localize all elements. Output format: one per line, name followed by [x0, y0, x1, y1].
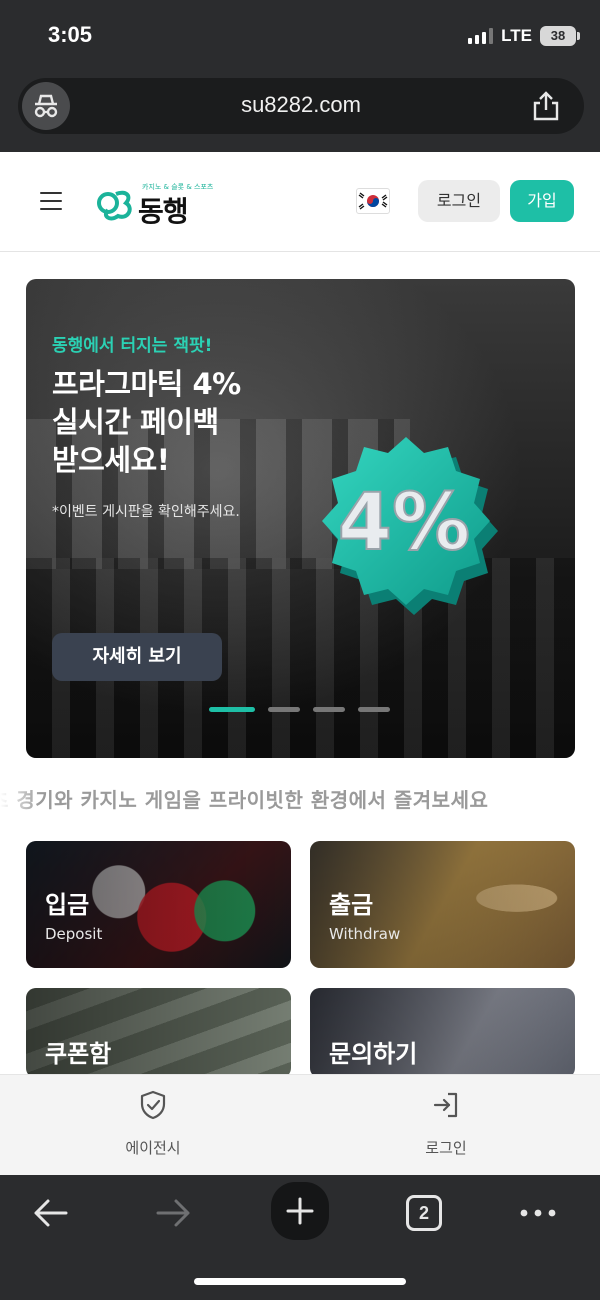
deposit-tile[interactable]: 입금 Deposit: [26, 841, 291, 968]
tile-subtitle: Deposit: [45, 925, 103, 943]
carousel-dots[interactable]: [209, 707, 390, 712]
site-bottom-nav: 에이전시 로그인: [0, 1074, 600, 1175]
logo-mark-icon: [97, 190, 132, 221]
hero-banner[interactable]: 동행에서 터지는 잭팟! 프라그마틱 4% 실시간 페이백 받으세요! *이벤트…: [26, 279, 575, 758]
tabs-icon[interactable]: 2: [400, 1189, 448, 1237]
signup-button[interactable]: 가입: [510, 180, 574, 222]
logo-name: 동행: [138, 195, 189, 228]
agency-nav-item[interactable]: 에이전시: [93, 1089, 213, 1158]
browser-toolbar: 2: [0, 1175, 600, 1300]
signal-icon: [468, 28, 494, 44]
badge-text: 4%: [338, 478, 470, 568]
coupon-tile[interactable]: 쿠폰함: [26, 988, 291, 1078]
tile-title: 출금: [329, 891, 374, 919]
tile-title: 쿠폰함: [45, 1040, 112, 1068]
status-time: 3:05: [48, 22, 93, 47]
plus-icon[interactable]: [271, 1182, 329, 1240]
forward-arrow-icon[interactable]: [150, 1189, 198, 1237]
details-button[interactable]: 자세히 보기: [52, 633, 222, 681]
tile-subtitle: Withdraw: [329, 925, 401, 943]
site-header: 카지노 & 슬롯 & 스포츠 동행 로그인 가입: [0, 152, 600, 252]
withdraw-tile[interactable]: 출금 Withdraw: [310, 841, 575, 968]
home-indicator: [194, 1278, 406, 1285]
menu-icon[interactable]: [40, 192, 62, 210]
carousel-dot[interactable]: [313, 707, 345, 712]
address-bar[interactable]: su8282.com: [18, 78, 584, 134]
login-nav-item[interactable]: 로그인: [386, 1089, 506, 1158]
marquee-banner: 츠 경기와 카지노 게임을 프라이빗한 환경에서 즐겨보세요: [0, 782, 600, 814]
login-arrow-icon: [433, 1092, 458, 1118]
logo[interactable]: 카지노 & 슬롯 & 스포츠 동행: [96, 176, 216, 228]
percent-badge: 4%: [322, 437, 498, 615]
hero-title: 프라그마틱 4% 실시간 페이백 받으세요!: [52, 365, 241, 479]
hero-eyebrow: 동행에서 터지는 잭팟!: [52, 336, 213, 356]
carousel-dot[interactable]: [209, 707, 255, 712]
login-button[interactable]: 로그인: [418, 180, 500, 222]
hero-title-line: 받으세요!: [52, 443, 170, 477]
tile-title: 문의하기: [329, 1040, 418, 1068]
hero-title-line: 실시간 페이백: [52, 405, 219, 439]
hero-note: *이벤트 게시판을 확인해주세요.: [52, 504, 240, 520]
nav-label: 에이전시: [125, 1139, 181, 1157]
more-icon[interactable]: [514, 1189, 562, 1237]
nav-label: 로그인: [425, 1139, 467, 1157]
network-type: LTE: [501, 26, 532, 45]
carousel-dot[interactable]: [268, 707, 300, 712]
korea-flag-icon[interactable]: [356, 188, 390, 214]
carousel-dot[interactable]: [358, 707, 390, 712]
battery-icon: 38: [540, 26, 580, 46]
status-indicators: LTE 38: [468, 26, 580, 46]
inquiry-tile[interactable]: 문의하기: [310, 988, 575, 1078]
hero-title-line: 프라그마틱 4%: [52, 367, 241, 401]
marquee-text: 츠 경기와 카지노 게임을 프라이빗한 환경에서 즐겨보세요: [0, 788, 489, 812]
url-text[interactable]: su8282.com: [18, 92, 584, 118]
browser-top-bar: 3:05 LTE 38 su8282.com: [0, 0, 600, 152]
tile-title: 입금: [45, 891, 90, 919]
share-icon[interactable]: [530, 90, 562, 122]
shield-check-icon: [140, 1090, 166, 1120]
back-arrow-icon[interactable]: [26, 1189, 74, 1237]
tab-count: 2: [406, 1195, 442, 1231]
